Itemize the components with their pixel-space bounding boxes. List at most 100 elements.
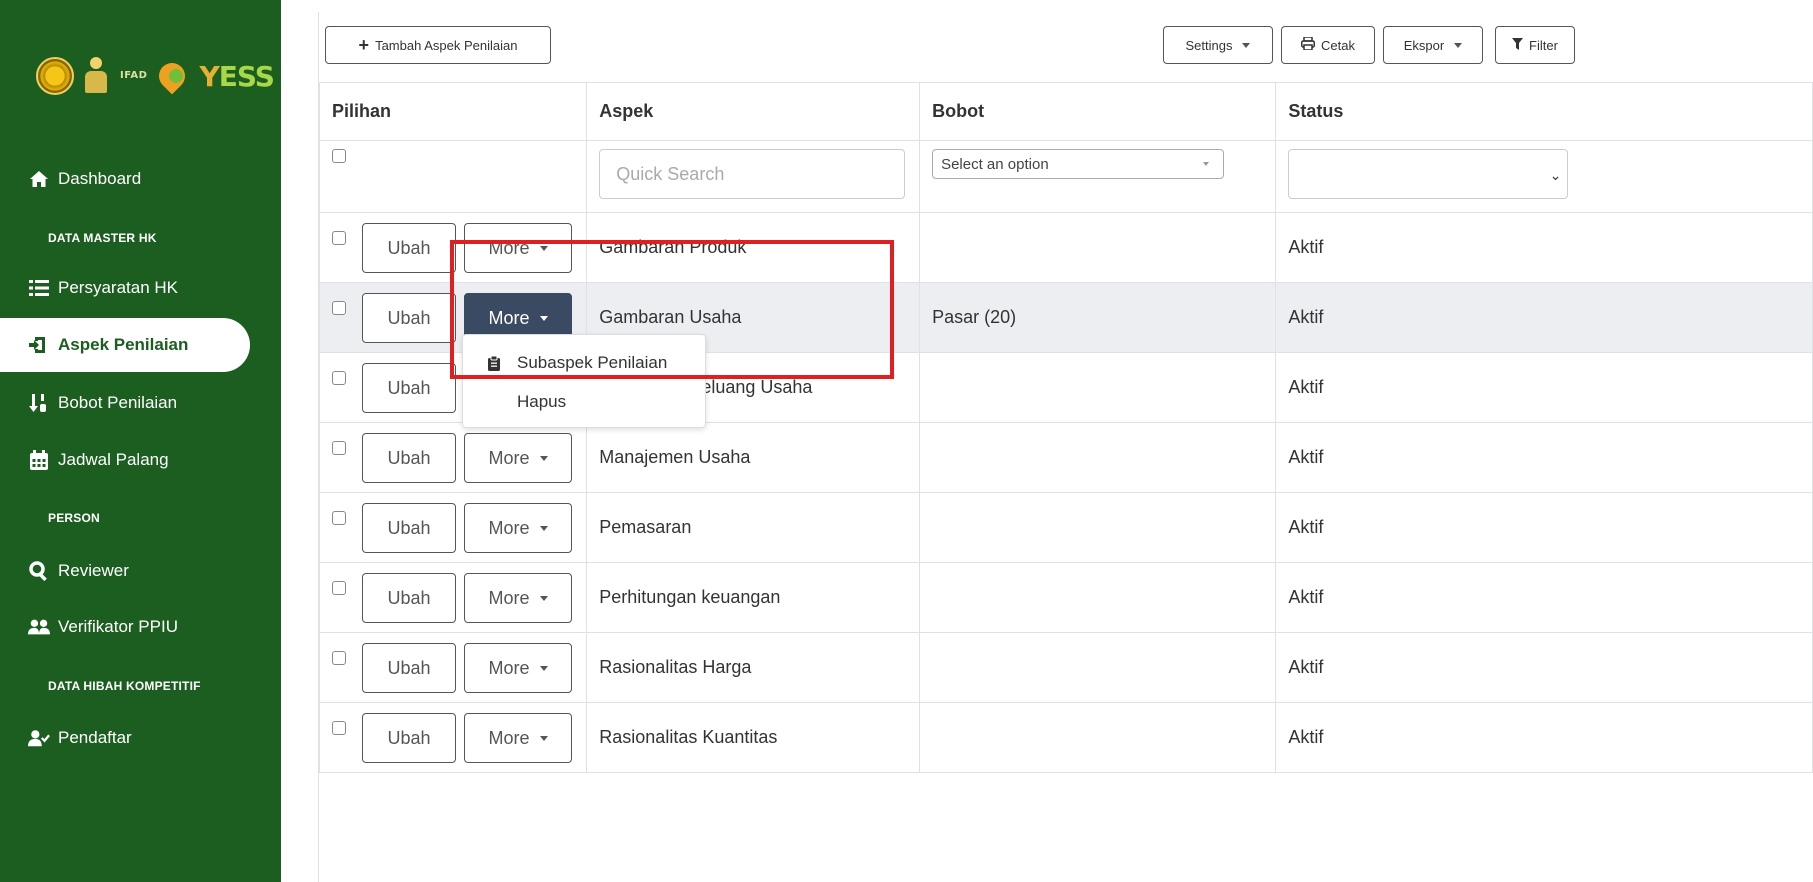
sidebar-item-reviewer[interactable]: Reviewer bbox=[0, 544, 250, 598]
status-cell: Aktif bbox=[1275, 702, 1813, 773]
table-row: Ubah More Pemasaran Aktif bbox=[318, 492, 1813, 563]
more-button[interactable]: More bbox=[464, 433, 572, 483]
header-status[interactable]: Status bbox=[1275, 82, 1813, 141]
print-icon bbox=[1301, 36, 1316, 53]
row-checkbox[interactable] bbox=[332, 371, 346, 385]
status-cell: Aktif bbox=[1275, 632, 1813, 703]
plus-icon: + bbox=[358, 35, 370, 55]
ubah-button[interactable]: Ubah bbox=[362, 503, 456, 553]
emblem-logo bbox=[36, 57, 74, 95]
table-row: Ubah More Rasionalitas Harga Aktif bbox=[318, 632, 1813, 703]
more-button[interactable]: More bbox=[464, 223, 572, 273]
chevron-down-icon bbox=[539, 315, 548, 321]
leaf-logo bbox=[155, 57, 191, 95]
aspek-cell: Rasionalitas Kuantitas bbox=[586, 702, 921, 773]
row-checkbox[interactable] bbox=[332, 511, 346, 525]
sidebar-item-aspek-penilaian[interactable]: Aspek Penilaian bbox=[0, 318, 250, 372]
status-cell: Aktif bbox=[1275, 492, 1813, 563]
sidebar-item-label: Pendaftar bbox=[58, 728, 132, 747]
more-button[interactable]: More bbox=[464, 573, 572, 623]
aspek-filter-cell: Quick Search bbox=[586, 140, 921, 213]
status-cell: Aktif bbox=[1275, 212, 1813, 283]
ubah-button[interactable]: Ubah bbox=[362, 573, 456, 623]
chevron-down-icon bbox=[1454, 42, 1463, 48]
chevron-down-icon bbox=[1203, 162, 1210, 166]
row-checkbox[interactable] bbox=[332, 301, 346, 315]
select-all-checkbox[interactable] bbox=[332, 149, 346, 163]
table-row: Ubah More Manajemen Usaha Aktif bbox=[318, 422, 1813, 493]
bobot-cell bbox=[919, 632, 1277, 703]
menu-item-subaspek[interactable]: Subaspek Penilaian bbox=[463, 347, 705, 379]
header-aspek[interactable]: Aspek bbox=[586, 82, 921, 141]
ubah-button[interactable]: Ubah bbox=[362, 223, 456, 273]
logo: IFAD YESS bbox=[36, 48, 275, 104]
settings-button[interactable]: Settings bbox=[1163, 26, 1273, 64]
bobot-cell bbox=[919, 422, 1277, 493]
sidebar-item-bobot[interactable]: Bobot Penilaian bbox=[0, 376, 250, 430]
sidebar-item-dashboard[interactable]: Dashboard bbox=[0, 152, 250, 206]
more-dropdown-menu: Subaspek Penilaian Hapus bbox=[462, 334, 706, 428]
row-checkbox[interactable] bbox=[332, 721, 346, 735]
search-icon bbox=[28, 560, 50, 582]
ubah-button[interactable]: Ubah bbox=[362, 643, 456, 693]
sidebar: IFAD YESS Dashboard DATA MASTER HK Persy… bbox=[0, 0, 281, 882]
aspek-cell: Rasionalitas Harga bbox=[586, 632, 921, 703]
status-cell: Aktif bbox=[1275, 562, 1813, 633]
bobot-cell bbox=[919, 212, 1277, 283]
header-bobot[interactable]: Bobot bbox=[919, 82, 1277, 141]
more-button[interactable]: More bbox=[464, 503, 572, 553]
pilihan-cell: Ubah More bbox=[318, 562, 588, 633]
chevron-down-icon: ⌄ bbox=[1549, 167, 1562, 183]
quick-search-input[interactable]: Quick Search bbox=[599, 149, 906, 199]
sidebar-item-pendaftar[interactable]: Pendaftar bbox=[0, 711, 250, 765]
more-button[interactable]: More bbox=[464, 643, 572, 693]
pilihan-cell: Ubah More bbox=[318, 632, 588, 703]
table-row: Ubah More Perhitungan keuangan Aktif bbox=[318, 562, 1813, 633]
sidebar-item-label: Jadwal Palang bbox=[58, 450, 169, 469]
export-button[interactable]: Ekspor bbox=[1383, 26, 1483, 64]
row-checkbox[interactable] bbox=[332, 231, 346, 245]
chevron-down-icon bbox=[539, 735, 548, 741]
chevron-down-icon bbox=[539, 245, 548, 251]
sort-numeric-icon bbox=[28, 392, 50, 414]
status-select[interactable]: ⌄ bbox=[1288, 149, 1569, 199]
menu-item-hapus[interactable]: Hapus bbox=[463, 386, 705, 418]
status-cell: Aktif bbox=[1275, 352, 1813, 423]
sidebar-item-persyaratan[interactable]: Persyaratan HK bbox=[0, 261, 250, 315]
sidebar-item-label: Dashboard bbox=[58, 169, 142, 188]
sidebar-item-label: Bobot Penilaian bbox=[58, 393, 178, 412]
filter-button[interactable]: Filter bbox=[1495, 26, 1575, 64]
ubah-button[interactable]: Ubah bbox=[362, 363, 456, 413]
aspek-cell: Perhitungan keuangan bbox=[586, 562, 921, 633]
row-checkbox[interactable] bbox=[332, 581, 346, 595]
chevron-down-icon bbox=[539, 525, 548, 531]
pilihan-cell: Ubah More bbox=[318, 492, 588, 563]
bobot-cell bbox=[919, 702, 1277, 773]
ubah-button[interactable]: Ubah bbox=[362, 293, 456, 343]
section-person: PERSON bbox=[48, 511, 100, 525]
pilihan-cell: Ubah More bbox=[318, 422, 588, 493]
table-header: Pilihan Aspek Bobot Status bbox=[318, 82, 1813, 141]
bobot-cell: Pasar (20) bbox=[919, 282, 1277, 353]
status-cell: Aktif bbox=[1275, 282, 1813, 353]
ubah-button[interactable]: Ubah bbox=[362, 713, 456, 763]
users-icon bbox=[28, 616, 50, 638]
chevron-down-icon bbox=[539, 665, 548, 671]
status-cell: Aktif bbox=[1275, 422, 1813, 493]
row-checkbox[interactable] bbox=[332, 441, 346, 455]
bobot-select[interactable]: Select an option bbox=[932, 149, 1225, 179]
calendar-icon bbox=[28, 449, 50, 471]
more-button[interactable]: More bbox=[464, 713, 572, 763]
section-data-hibah: DATA HIBAH KOMPETITIF bbox=[48, 679, 201, 693]
bobot-cell bbox=[919, 352, 1277, 423]
row-checkbox[interactable] bbox=[332, 651, 346, 665]
section-data-master: DATA MASTER HK bbox=[48, 231, 157, 245]
sidebar-item-verifikator[interactable]: Verifikator PPIU bbox=[0, 600, 250, 654]
sidebar-item-jadwal[interactable]: Jadwal Palang bbox=[0, 433, 250, 487]
print-button[interactable]: Cetak bbox=[1281, 26, 1375, 64]
header-pilihan[interactable]: Pilihan bbox=[318, 82, 588, 141]
yess-logo: YESS bbox=[199, 59, 274, 93]
add-aspek-button[interactable]: + Tambah Aspek Penilaian bbox=[325, 26, 551, 64]
table-row: Ubah More Gambaran Produk Aktif bbox=[318, 212, 1813, 283]
ubah-button[interactable]: Ubah bbox=[362, 433, 456, 483]
